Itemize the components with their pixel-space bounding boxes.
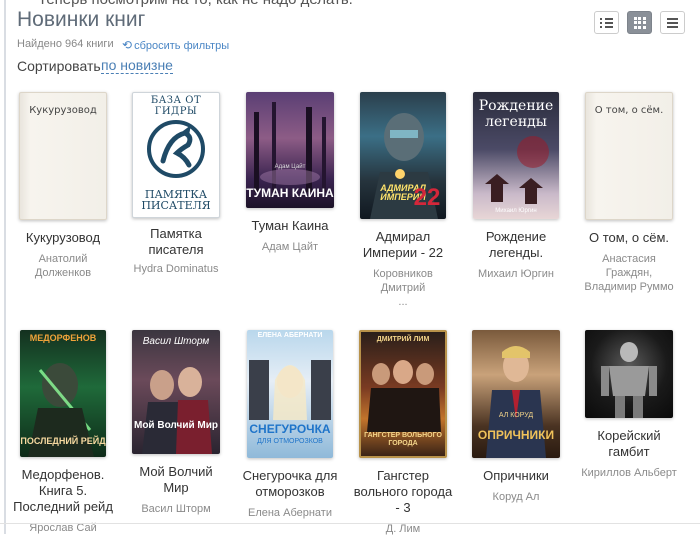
cover-title: Кукурузовод [29,105,97,116]
book-title[interactable]: О том, о сём. [579,230,679,246]
cover-number: 22 [413,184,441,211]
book-title[interactable]: Кукурузовод [13,230,113,246]
book-cover[interactable]: Васил Шторм Мой Волчий Мир [132,330,220,454]
book-card[interactable]: БАЗА ОТ ГИДРЫ ПАМЯТКА ПИСАТЕЛЯ Памятка п… [126,92,226,276]
book-title[interactable]: Рождение легенды. [466,229,566,261]
book-card[interactable]: Кукурузовод Кукурузовод Анатолий Долженк… [13,92,113,280]
book-cover[interactable]: Адам Цайт ТУМАН КАИНА [246,92,334,208]
book-title[interactable]: Опричники [466,468,566,484]
cover-title: ГАНГСТЕР ВОЛЬНОГО ГОРОДА [364,432,442,447]
menu-icon [667,17,678,28]
book-card[interactable]: О том, о сём. О том, о сём. Анастасия Гр… [579,92,679,294]
book-cover[interactable]: Кукурузовод [19,92,107,220]
book-card[interactable]: Рождение легенды Михаил Юргин Рождение л… [466,92,566,281]
book-title[interactable]: Гангстер вольного города - 3 [353,468,453,516]
book-cover[interactable]: АЛ КОРУД ОПРИЧНИКИ [472,330,560,458]
book-title[interactable]: Мой Волчий Мир [126,464,226,496]
grid-view-button[interactable] [627,11,652,34]
book-author[interactable]: Елена Абернати [240,506,340,520]
book-title[interactable]: Адмирал Империи - 22 [353,229,453,261]
cover-author: Адам Цайт [274,164,306,170]
cover-subtitle: ДЛЯ ОТМОРОЗКОВ [257,438,323,445]
pagoda-illustration [485,136,549,204]
book-card[interactable]: Васил Шторм Мой Волчий Мир Мой Волчий Ми… [126,330,226,516]
book-cover[interactable]: ДМИТРИЙ ЛИМ ГАНГСТЕР ВОЛЬНОГО ГОРОДА [359,330,447,458]
cover-author: АЛ КОРУД [498,412,534,419]
cut-off-text: Теперь посмотрим на то, как не надо дела… [38,0,353,8]
results-count: Найдено 964 книги [17,38,114,50]
cover-subtitle: ПАМЯТКА ПИСАТЕЛЯ [141,188,211,212]
reset-filters-link[interactable]: ⟲ сбросить фильтры [122,38,229,52]
cover-title: О том, о сём. [594,105,664,116]
grid-icon [633,16,646,29]
book-author[interactable]: Коруд Ал [466,490,566,504]
book-title[interactable]: Медорфенов. Книга 5. Последний рейд [13,467,113,515]
book-author[interactable]: Анатолий Долженков [13,252,113,280]
compact-view-button[interactable] [660,11,685,34]
book-author[interactable]: Кириллов Альберт [579,466,679,480]
book-author-more: ... [398,296,408,308]
book-card[interactable]: ДМИТРИЙ ЛИМ ГАНГСТЕР ВОЛЬНОГО ГОРОДА Ган… [353,330,453,536]
book-card[interactable]: ЕЛЕНА АБЕРНАТИ СНЕГУРОЧКА ДЛЯ ОТМОРОЗКОВ… [240,330,340,520]
book-cover[interactable] [585,330,673,418]
book-title[interactable]: Корейский гамбит [579,428,679,460]
book-cover[interactable]: БАЗА ОТ ГИДРЫ ПАМЯТКА ПИСАТЕЛЯ [132,92,220,218]
cover-title: СНЕГУРОЧКА [249,422,331,436]
book-title[interactable]: Памятка писателя [126,226,226,258]
sort-label: Сортировать [17,58,101,74]
cover-title: ОПРИЧНИКИ [477,428,555,442]
book-card[interactable]: АЛ КОРУД ОПРИЧНИКИ Опричники Коруд Ал [466,330,566,504]
cover-title: Мой Волчий Мир [133,420,218,431]
book-cover[interactable]: Рождение легенды Михаил Юргин [473,92,559,219]
left-border [4,0,6,534]
book-author[interactable]: Коровников Дмитрий [353,267,453,295]
cover-author: Михаил Юргин [495,208,537,214]
book-cover[interactable]: ЕЛЕНА АБЕРНАТИ СНЕГУРОЧКА ДЛЯ ОТМОРОЗКОВ [247,330,333,458]
book-card[interactable]: Адам Цайт ТУМАН КАИНА Туман Каина Адам Ц… [240,92,340,254]
book-author[interactable]: Анастасия Граждян, Владимир Руммо [579,252,679,294]
book-card[interactable]: Корейский гамбит Кириллов Альберт [579,330,679,480]
book-author[interactable]: Hydra Dominatus [126,262,226,276]
book-author[interactable]: Васил Шторм [126,502,226,516]
divider [0,523,700,524]
sort-dropdown[interactable]: по новизне [101,58,173,74]
book-cover[interactable]: О том, о сём. [585,92,673,220]
list-bullets-icon [600,17,613,28]
book-title[interactable]: Туман Каина [240,218,340,234]
reset-filters-label: сбросить фильтры [134,40,230,52]
book-card[interactable]: МЕДОРФЕНОВ ПОСЛЕДНИЙ РЕЙД Медорфенов. Кн… [13,330,113,535]
cover-title: ТУМАН КАИНА [246,186,334,200]
book-author[interactable]: Михаил Юргин [466,267,566,281]
book-title[interactable]: Снегурочка для отморозков [240,468,340,500]
couple-illustration [142,367,212,454]
list-view-button[interactable] [594,11,619,34]
book-cover[interactable]: МЕДОРФЕНОВ ПОСЛЕДНИЙ РЕЙД [20,330,106,457]
book-author[interactable]: Адам Цайт [240,240,340,254]
robot-illustration [601,342,657,418]
book-card[interactable]: АДМИРАЛ ИМПЕРИИ 22 Адмирал Империи - 22 … [353,92,453,309]
refresh-icon: ⟲ [122,38,133,52]
book-cover[interactable]: АДМИРАЛ ИМПЕРИИ 22 [360,92,446,219]
page-title: Новинки книг [17,8,146,31]
cover-subtitle: ПОСЛЕДНИЙ РЕЙД [20,436,106,446]
